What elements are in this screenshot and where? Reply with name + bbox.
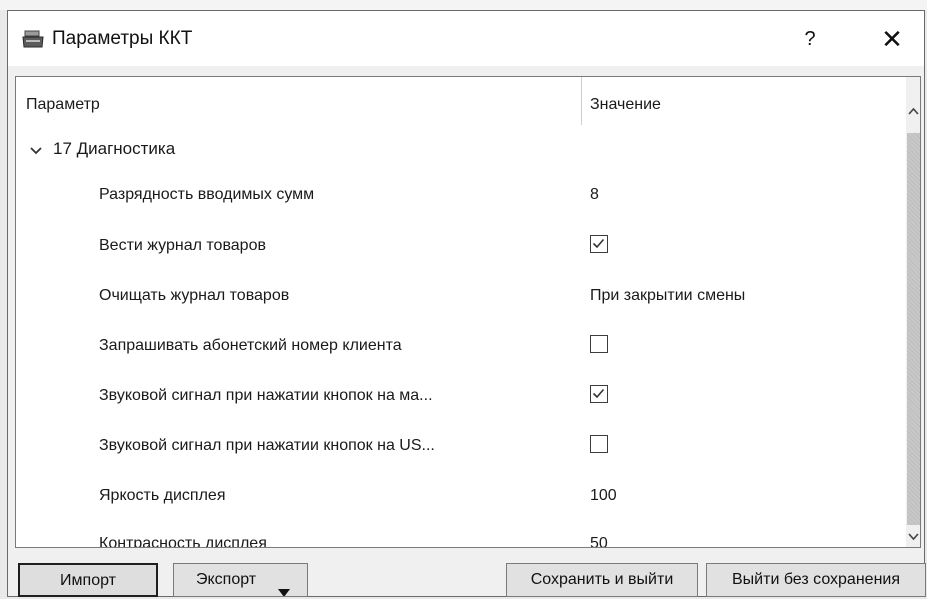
group-diagnostics[interactable]: 17 Диагностика <box>53 139 175 159</box>
param-value-clear-journal[interactable]: При закрытии смены <box>590 287 745 305</box>
background-strip <box>0 0 927 10</box>
param-label-contrast[interactable]: Контрасность дисплея <box>99 535 267 547</box>
save-and-exit-button[interactable]: Сохранить и выйти <box>506 563 698 597</box>
column-header-parameter[interactable]: Параметр <box>26 96 100 114</box>
window-title: Параметры ККТ <box>52 28 193 49</box>
param-value-brightness[interactable]: 100 <box>590 487 617 505</box>
title-bar: Параметры ККТ ? ✕ <box>8 11 924 66</box>
beep-keys-checkbox[interactable] <box>590 385 608 403</box>
cash-register-icon <box>22 29 44 49</box>
column-divider[interactable] <box>581 77 582 125</box>
scroll-thumb[interactable] <box>907 133 920 525</box>
param-label-sum-digits[interactable]: Разрядность вводимых сумм <box>99 186 314 204</box>
beep-usb-checkbox[interactable] <box>590 435 608 453</box>
param-value-contrast[interactable]: 50 <box>590 535 608 547</box>
parameters-tree: Параметр Значение 17 Диагностика Разрядн… <box>15 76 921 548</box>
parameters-dialog: Параметры ККТ ? ✕ Параметр Значение 17 Д… <box>7 10 926 597</box>
vertical-scrollbar[interactable] <box>906 77 920 547</box>
help-button[interactable]: ? <box>795 23 825 55</box>
export-button[interactable]: Экспорт <box>173 563 308 597</box>
caret-down-icon <box>278 577 290 596</box>
import-button[interactable]: Импорт <box>18 563 158 597</box>
column-header-value[interactable]: Значение <box>590 96 661 114</box>
close-button[interactable]: ✕ <box>875 23 909 55</box>
param-label-goods-journal[interactable]: Вести журнал товаров <box>99 237 266 255</box>
scroll-up-arrow-icon[interactable] <box>906 103 920 121</box>
param-label-beep-keys[interactable]: Звуковой сигнал при нажатии кнопок на ма… <box>99 387 433 405</box>
param-label-beep-usb[interactable]: Звуковой сигнал при нажатии кнопок на US… <box>99 437 435 455</box>
param-label-clear-journal[interactable]: Очищать журнал товаров <box>99 287 289 305</box>
exit-without-saving-button[interactable]: Выйти без сохранения <box>706 563 926 597</box>
param-value-sum-digits[interactable]: 8 <box>590 186 599 204</box>
goods-journal-checkbox[interactable] <box>590 235 608 253</box>
export-button-label: Экспорт <box>196 571 257 588</box>
chevron-down-icon[interactable] <box>30 143 42 155</box>
param-label-brightness[interactable]: Яркость дисплея <box>99 487 225 505</box>
scroll-down-arrow-icon[interactable] <box>906 527 920 545</box>
param-label-subscriber-number[interactable]: Запрашивать абонетский номер клиента <box>99 337 402 355</box>
subscriber-number-checkbox[interactable] <box>590 335 608 353</box>
